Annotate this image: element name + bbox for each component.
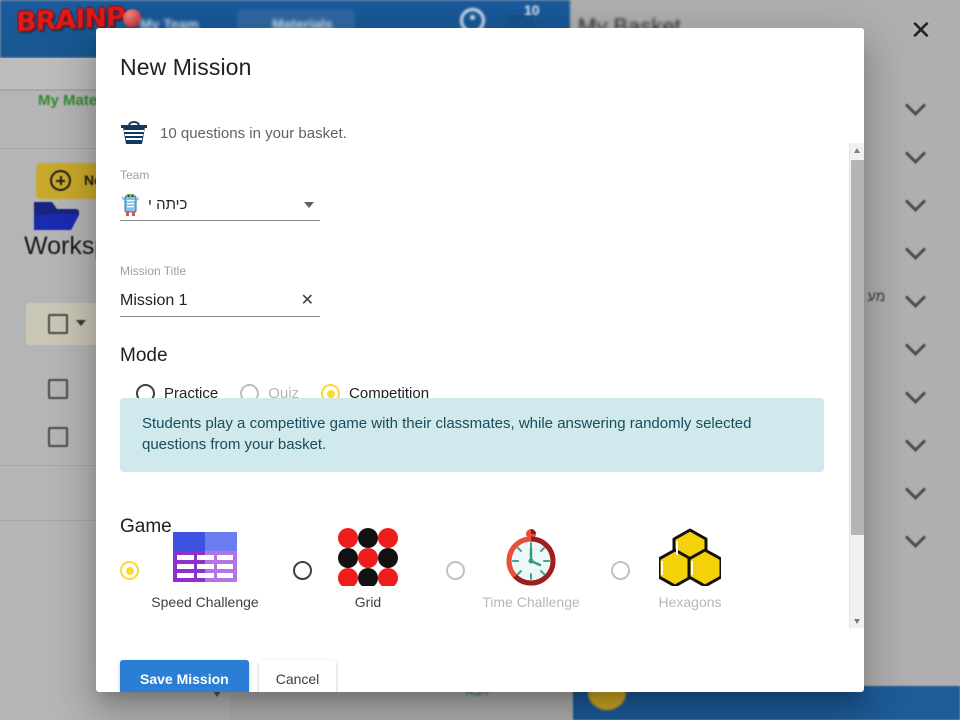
radio-hexagons (611, 561, 630, 580)
radio-time-challenge (446, 561, 465, 580)
dialog-title: New Mission (120, 54, 252, 80)
chevron-down-icon[interactable] (304, 202, 314, 208)
select-all-checkbox[interactable] (48, 314, 68, 334)
mission-title-input[interactable]: Mission 1 ✕ (120, 285, 320, 317)
game-label-time-challenge: Time Challenge (482, 594, 580, 610)
mission-title-field: Mission Title Mission 1 ✕ (120, 264, 320, 317)
clear-icon[interactable]: ✕ (301, 292, 314, 308)
game-option-speed-challenge[interactable]: Speed Challenge (120, 528, 261, 610)
basket-count-badge: 10 (524, 2, 540, 18)
cancel-button[interactable]: Cancel (258, 660, 337, 692)
dot-grid-icon (322, 528, 414, 586)
basket-summary: 10 questions in your basket. (120, 120, 347, 146)
row-checkbox[interactable] (48, 379, 68, 399)
plus-circle-icon (50, 170, 71, 191)
radio-grid[interactable] (293, 561, 312, 580)
mission-title-value: Mission 1 (120, 291, 188, 309)
save-mission-button[interactable]: Save Mission (120, 660, 249, 692)
game-radio-group: Speed Challenge Grid Time Challenge Hexa… (120, 528, 740, 610)
game-label-grid: Grid (354, 594, 382, 610)
team-label: Team (120, 168, 150, 182)
robot-avatar-icon (121, 193, 140, 216)
mode-info-box: Students play a competitive game with th… (120, 398, 824, 472)
radio-speed-challenge[interactable] (120, 561, 139, 580)
new-mission-dialog: New Mission 10 questions in your basket.… (96, 28, 864, 692)
dialog-scrollbar[interactable] (849, 143, 864, 628)
scroll-up-arrow-icon[interactable] (850, 143, 864, 157)
honeycomb-icon (640, 528, 740, 586)
chevron-down-icon[interactable] (76, 320, 86, 326)
logo-dot-icon (122, 8, 141, 28)
mode-heading: Mode (120, 345, 168, 366)
team-select[interactable]: כיתה י (120, 189, 320, 221)
game-option-time-challenge: Time Challenge (446, 528, 587, 610)
mode-info-text: Students play a competitive game with th… (142, 415, 752, 454)
game-option-hexagons: Hexagons (611, 528, 740, 610)
dialog-actions: Save Mission Cancel (120, 660, 337, 692)
row-checkbox[interactable] (48, 427, 68, 447)
basket-summary-text: 10 questions in your basket. (160, 124, 347, 142)
table-grid-icon (149, 528, 261, 586)
scrollbar-thumb[interactable] (851, 160, 864, 535)
team-value: כיתה י (148, 196, 188, 213)
stopwatch-icon (475, 528, 587, 586)
mission-title-label: Mission Title (120, 264, 187, 278)
game-option-grid[interactable]: Grid (293, 528, 414, 610)
folder-icon (34, 202, 79, 230)
close-icon[interactable]: ✕ (910, 18, 932, 44)
scroll-down-arrow-icon[interactable] (850, 614, 864, 628)
game-label-speed-challenge: Speed Challenge (151, 594, 259, 610)
team-field: Team כיתה י (120, 168, 320, 221)
game-label-hexagons: Hexagons (658, 594, 722, 610)
basket-icon (121, 121, 147, 144)
